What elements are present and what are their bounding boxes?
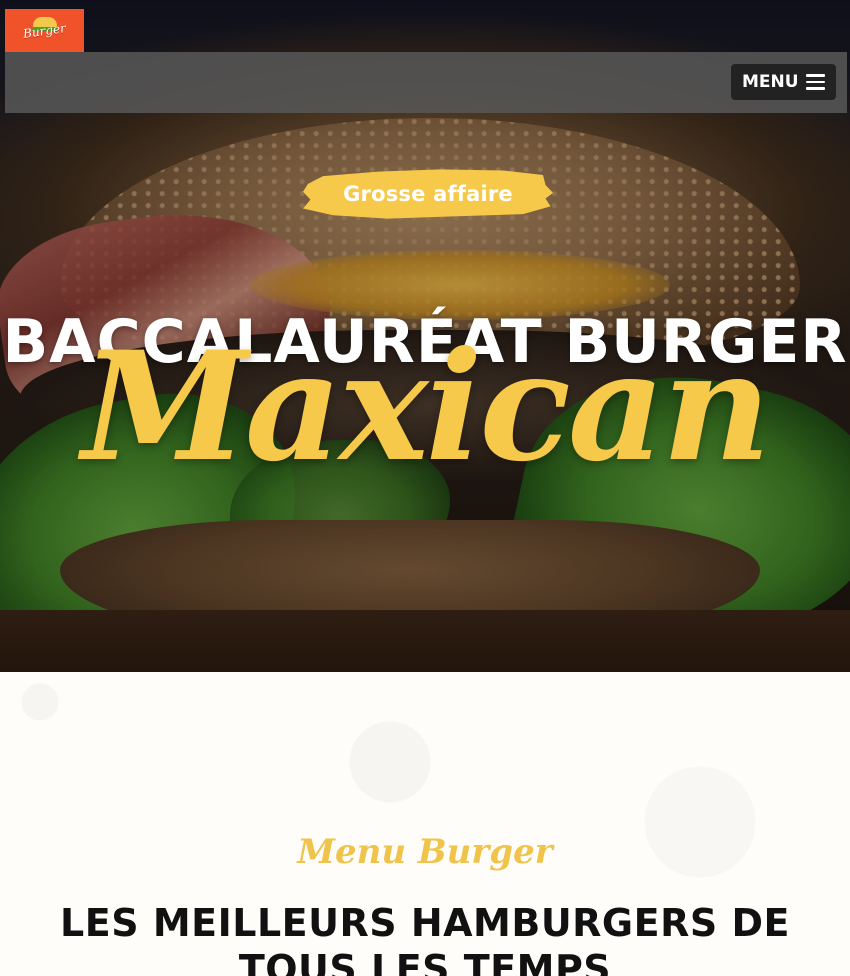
menu-button[interactable]: MENU bbox=[731, 64, 836, 100]
site-logo[interactable]: Burger bbox=[5, 9, 84, 52]
hero-script-title: Maxican bbox=[81, 319, 771, 495]
logo-text: Burger bbox=[22, 21, 67, 41]
menu-section-title: LES MEILLEURS HAMBURGERS DE TOUS LES TEM… bbox=[60, 901, 790, 976]
menu-button-label: MENU bbox=[742, 72, 799, 92]
deal-badge: Grosse affaire bbox=[303, 158, 553, 230]
top-navbar: MENU bbox=[5, 52, 847, 113]
menu-section-subtitle: Menu Burger bbox=[297, 832, 553, 872]
deal-badge-text: Grosse affaire bbox=[343, 182, 513, 206]
hamburger-menu-icon bbox=[805, 74, 825, 90]
menu-section: Menu Burger LES MEILLEURS HAMBURGERS DE … bbox=[0, 672, 850, 976]
